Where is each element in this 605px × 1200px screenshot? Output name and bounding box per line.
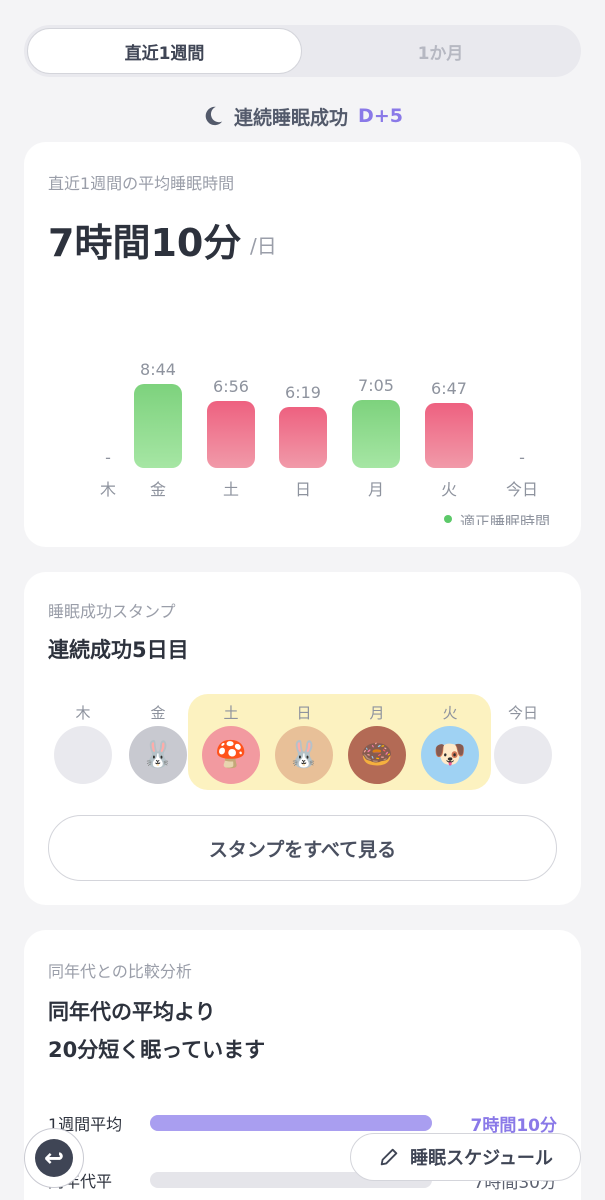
stamp-day-label: 木 <box>75 704 91 722</box>
chart-day-label: 土 <box>222 480 239 499</box>
legend-label: 適正睡眠時間 <box>460 513 551 525</box>
chart-value-label: 6:47 <box>431 378 467 398</box>
stamp-day-label: 火 <box>442 704 458 722</box>
chart-value-label: 6:56 <box>213 377 249 397</box>
chart-day-label: 月 <box>367 480 384 499</box>
streak-banner: 連続睡眠成功 D+5 <box>0 100 605 132</box>
chart-day-label: 火 <box>440 480 457 499</box>
compare-title-line1: 同年代の平均より <box>48 1000 216 1024</box>
stamp-title: 連続成功5日目 <box>48 638 189 662</box>
stamp-day-label: 日 <box>296 704 312 722</box>
streak-value: D+5 <box>358 105 403 127</box>
stamp-card: 睡眠成功スタンプ 連続成功5日目 木 金 🐰 土 🍄 日 🐰 月 🍩 火 🐶 今日 スタンプをすべて見… <box>24 572 581 905</box>
chart-value-label: - <box>105 448 111 467</box>
sleep-bar-chart: - 木 8:44 金 6:56 土 6:19 日 7:05 月 6:47 火 - 今日 <box>24 142 581 547</box>
tab-week[interactable]: 直近1週間 <box>27 28 302 74</box>
stamp-character-icon: 🐰 <box>129 726 187 784</box>
moon-icon <box>205 106 223 126</box>
stamp-character-icon: 🍄 <box>202 726 260 784</box>
sleep-schedule-label: 睡眠スケジュール <box>410 1148 553 1169</box>
compare-row-week: 1週間平均 7時間10分 <box>48 1111 557 1136</box>
stamp-subtitle: 睡眠成功スタンプ <box>48 602 176 621</box>
compare-subtitle: 同年代との比較分析 <box>48 962 192 981</box>
tab-month[interactable]: 1か月 <box>303 28 578 74</box>
stamp-day-label: 今日 <box>507 704 538 722</box>
stamp-empty-slot <box>54 726 112 784</box>
chart-bar <box>134 384 182 468</box>
stamp-character-icon: 🐰 <box>275 726 333 784</box>
stamp-day-label: 土 <box>223 704 239 722</box>
stamp-empty-slot <box>494 726 552 784</box>
pencil-icon <box>380 1148 398 1166</box>
stamp-character-icon: 🍩 <box>348 726 406 784</box>
view-all-stamps-button[interactable]: スタンプをすべて見る <box>48 815 557 881</box>
return-arrow-icon: ↩ <box>35 1139 73 1177</box>
stamp-day-label: 金 <box>150 704 166 722</box>
stamp-day-label: 月 <box>369 704 385 722</box>
chart-bar <box>207 401 255 468</box>
streak-label: 連続睡眠成功 <box>234 106 349 129</box>
chart-bar <box>352 399 400 468</box>
chart-value-label: 7:05 <box>358 375 394 395</box>
compare-bar-track <box>150 1115 432 1131</box>
chart-value-label: 8:44 <box>140 360 176 379</box>
stamp-character-icon: 🐶 <box>421 726 479 784</box>
chart-day-label: 日 <box>294 480 311 499</box>
compare-bar-fill <box>150 1115 432 1131</box>
average-sleep-card: 直近1週間の平均睡眠時間 7時間10分 /日 - 木 8:44 金 6:56 土 6:19 日… <box>24 142 581 547</box>
chart-legend: 適正睡眠時間 <box>444 511 581 525</box>
period-segmented-control: 直近1週間 1か月 <box>24 25 581 77</box>
chart-value-label: - <box>519 448 525 467</box>
chart-bar <box>425 402 473 468</box>
compare-title-line2: 20分短く眠っています <box>48 1038 266 1062</box>
chart-day-label: 今日 <box>505 480 538 499</box>
legend-dot-icon <box>444 515 452 523</box>
chart-day-label: 金 <box>149 480 166 499</box>
sleep-schedule-button[interactable]: 睡眠スケジュール <box>350 1133 581 1181</box>
back-button[interactable]: ↩ <box>24 1128 84 1188</box>
chart-value-label: 6:19 <box>285 383 321 403</box>
chart-bar <box>279 407 327 468</box>
